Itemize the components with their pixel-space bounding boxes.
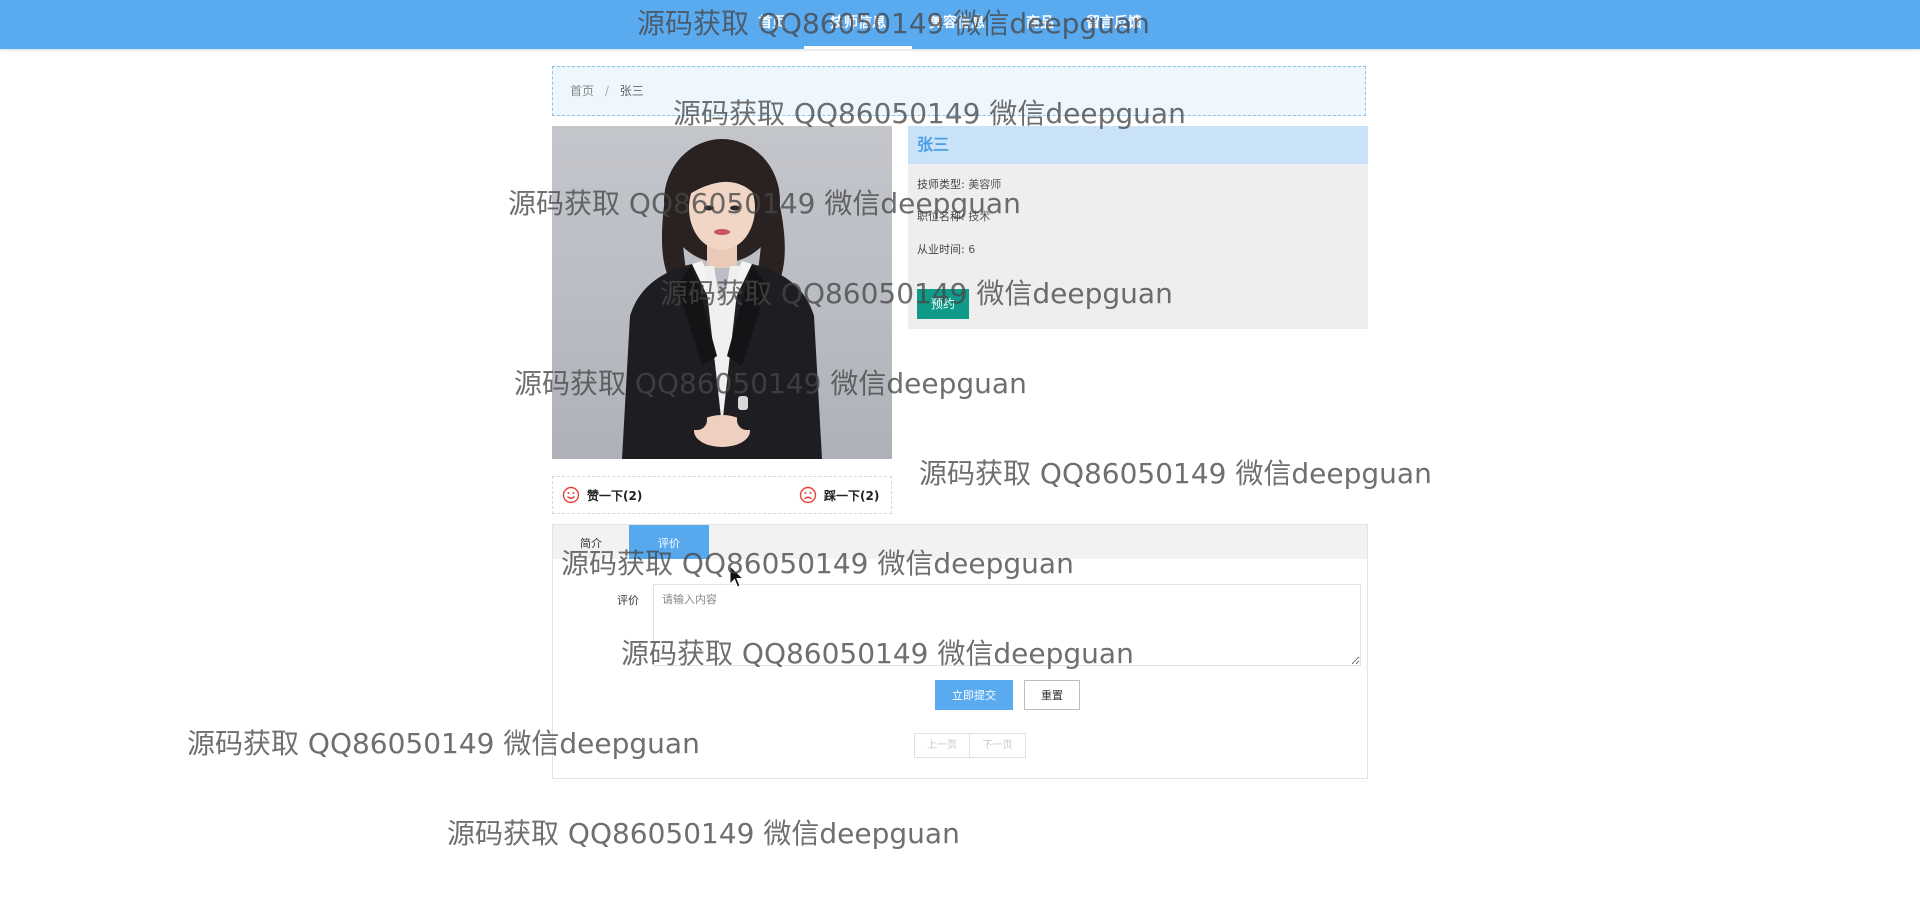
next-page-button[interactable]: 下一页 bbox=[970, 733, 1026, 758]
vote-bar: 赞一下(2) 踩一下(2) bbox=[552, 476, 892, 514]
nav-home[interactable]: 首页 bbox=[758, 0, 786, 49]
reset-button[interactable]: 重置 bbox=[1024, 680, 1080, 710]
technician-name: 张三 bbox=[908, 126, 1368, 164]
position-label: 职位名称: bbox=[917, 210, 965, 223]
comment-label: 评价 bbox=[617, 594, 639, 607]
pagination: 上一页 下一页 bbox=[914, 733, 1026, 758]
nav-technicians[interactable]: 技师信息 bbox=[804, 0, 912, 49]
years-row: 从业时间: 6 bbox=[908, 241, 975, 257]
frown-icon bbox=[799, 486, 817, 504]
submit-button[interactable]: 立即提交 bbox=[935, 680, 1013, 710]
nav-products[interactable]: 商品 bbox=[1026, 0, 1054, 49]
position-value: 技术 bbox=[968, 210, 991, 223]
breadcrumb: 首页 / 张三 bbox=[552, 66, 1366, 116]
years-label: 从业时间: bbox=[917, 243, 965, 256]
tab-reviews[interactable]: 评价 bbox=[629, 525, 709, 559]
technician-type-label: 技师类型: bbox=[917, 178, 965, 191]
position-row: 职位名称: 技术 bbox=[908, 208, 990, 224]
breadcrumb-home-link[interactable]: 首页 bbox=[570, 84, 594, 98]
tabs-header: 简介 评价 bbox=[553, 525, 1367, 559]
like-button[interactable]: 赞一下(2) bbox=[562, 486, 642, 504]
years-value: 6 bbox=[968, 243, 976, 256]
smile-icon bbox=[562, 486, 580, 504]
breadcrumb-separator: / bbox=[604, 84, 609, 98]
tabs-panel: 简介 评价 评价 立即提交 重置 上一页 下一页 bbox=[552, 524, 1368, 779]
like-label: 赞一下(2) bbox=[587, 488, 643, 503]
top-navbar: 首页 技师信息 美容信息 商品 留言反馈 bbox=[0, 0, 1920, 49]
technician-info-panel: 张三 技师类型: 美容师 职位名称: 技术 从业时间: 6 预约 bbox=[908, 126, 1368, 329]
tab-intro[interactable]: 简介 bbox=[553, 525, 629, 559]
technician-type-row: 技师类型: 美容师 bbox=[908, 176, 1001, 192]
dislike-button[interactable]: 踩一下(2) bbox=[799, 486, 879, 504]
nav-beauty-info[interactable]: 美容信息 bbox=[929, 0, 985, 49]
watermark-text: 源码获取 QQ86050149 微信deepguan bbox=[447, 817, 960, 850]
prev-page-button[interactable]: 上一页 bbox=[914, 733, 970, 758]
watermark-text: 源码获取 QQ86050149 微信deepguan bbox=[919, 457, 1432, 490]
book-button[interactable]: 预约 bbox=[917, 289, 969, 319]
breadcrumb-current: 张三 bbox=[619, 84, 644, 98]
technician-photo bbox=[552, 126, 892, 459]
mouse-cursor-icon bbox=[729, 565, 745, 588]
nav-feedback[interactable]: 留言反馈 bbox=[1086, 0, 1142, 49]
technician-type-value: 美容师 bbox=[968, 178, 1002, 191]
comment-input[interactable] bbox=[653, 584, 1361, 666]
dislike-label: 踩一下(2) bbox=[824, 488, 880, 503]
